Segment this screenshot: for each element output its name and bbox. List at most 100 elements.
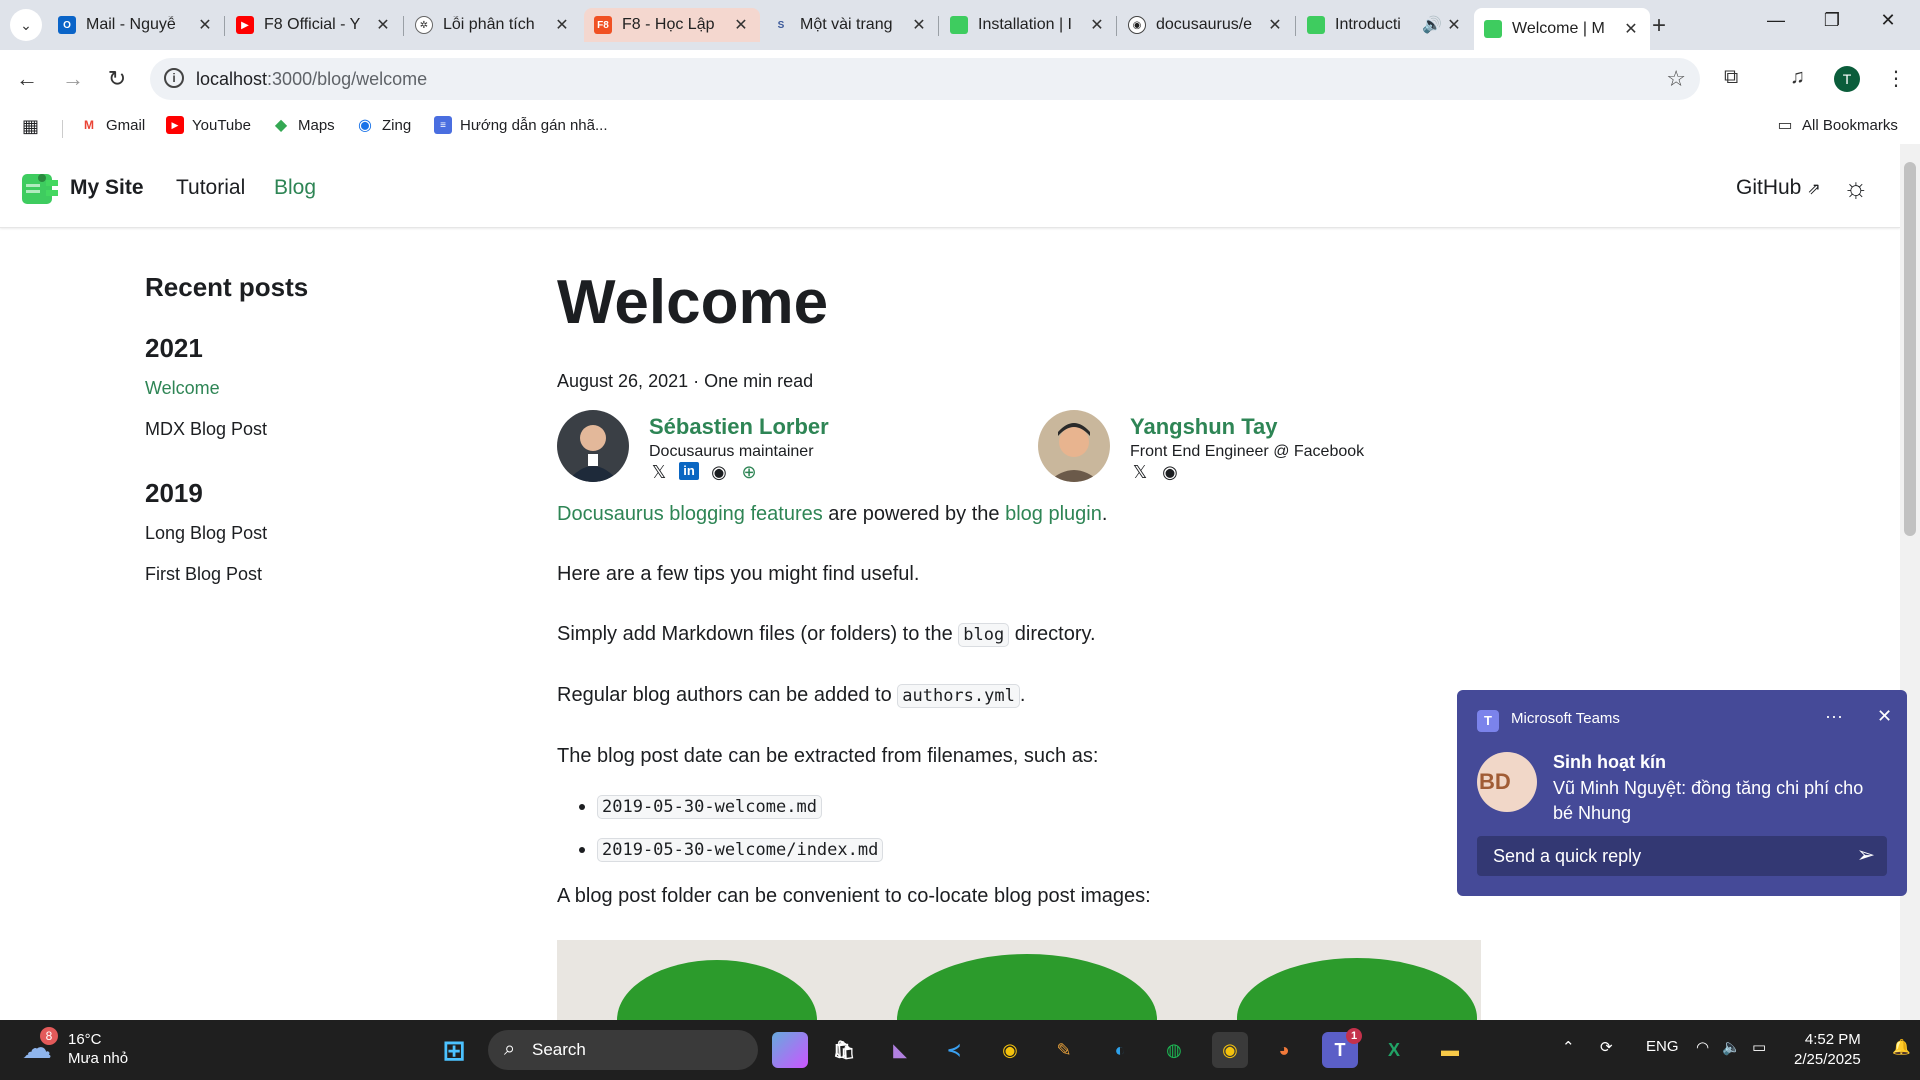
linkedin-icon[interactable]: in [679, 462, 699, 481]
inline-code: blog [958, 623, 1010, 648]
profile-avatar[interactable]: T [1834, 66, 1860, 92]
x-twitter-icon[interactable]: 𝕏 [649, 462, 669, 483]
link-blogging-features[interactable]: Docusaurus blogging features [557, 503, 823, 525]
sidebar-item-welcome[interactable]: Welcome [145, 378, 485, 399]
bookmark-zing[interactable]: ◉ Zing [356, 116, 411, 135]
new-tab-button[interactable]: + [1652, 12, 1666, 40]
sync-icon[interactable]: ⟳ [1600, 1038, 1613, 1056]
nav-blog[interactable]: Blog [274, 176, 316, 200]
speaker-icon[interactable]: 🔊 [1419, 15, 1445, 35]
site-title[interactable]: My Site [70, 176, 144, 200]
wifi-icon[interactable]: ◠ [1696, 1038, 1709, 1056]
battery-icon[interactable]: ▭ [1752, 1038, 1766, 1056]
scrollbar-thumb[interactable] [1904, 162, 1916, 536]
author-name[interactable]: Sébastien Lorber [649, 414, 829, 440]
app-icon[interactable]: ✎ [1046, 1032, 1082, 1068]
teams-notification[interactable]: T Microsoft Teams ··· ✕ BD Sinh hoạt kín… [1457, 690, 1907, 896]
notification-bell-icon[interactable]: 🔔 [1892, 1038, 1911, 1056]
weather-widget[interactable]: ☁ 8 16°C Mưa nhỏ [22, 1027, 128, 1068]
tab-welcome-active[interactable]: Welcome | M ✕ [1474, 8, 1650, 50]
close-icon[interactable]: ✕ [1877, 706, 1892, 727]
author-name[interactable]: Yangshun Tay [1130, 414, 1278, 440]
window-close-button[interactable]: ✕ [1868, 10, 1908, 31]
taskbar-search[interactable]: ⌕ Search [488, 1030, 758, 1070]
spotify-icon[interactable]: ◍ [1156, 1032, 1192, 1068]
extensions-icon[interactable]: ⧉ [1724, 66, 1738, 89]
sidebar-item-mdx-blog-post[interactable]: MDX Blog Post [145, 419, 485, 440]
github-icon[interactable]: ◉ [709, 462, 729, 483]
docusaurus-logo-icon[interactable] [20, 170, 60, 206]
language-indicator[interactable]: ENG [1646, 1038, 1679, 1055]
close-tab-icon[interactable]: ✕ [732, 15, 750, 35]
forward-button[interactable]: → [58, 64, 88, 94]
chrome-profile-icon[interactable]: ◉ [1212, 1032, 1248, 1068]
more-options-icon[interactable]: ··· [1825, 706, 1843, 727]
sidebar-year: 2021 [145, 333, 203, 363]
restore-button[interactable]: ❐ [1812, 10, 1852, 31]
tab-installation[interactable]: Installation | I ✕ [940, 8, 1116, 42]
postman-icon[interactable]: ◕ [1266, 1032, 1302, 1068]
all-bookmarks[interactable]: ▭ All Bookmarks [1776, 116, 1897, 135]
close-tab-icon[interactable]: ✕ [196, 15, 214, 35]
store-icon[interactable]: 🛍 [826, 1032, 862, 1068]
sidebar-item-first-blog-post[interactable]: First Blog Post [145, 564, 485, 585]
edge-icon[interactable]: ◐ [1102, 1032, 1138, 1068]
tab-mail[interactable]: O Mail - Nguyễ ✕ [48, 8, 224, 42]
menu-icon[interactable]: ⋮ [1886, 66, 1906, 91]
tab-loi-phan-tich[interactable]: ✲ Lỗi phân tích ✕ [405, 8, 581, 42]
close-tab-icon[interactable]: ✕ [1622, 19, 1640, 39]
address-bar[interactable]: i localhost:3000/blog/welcome ☆ [150, 58, 1700, 100]
send-icon[interactable]: ➢ [1857, 842, 1875, 868]
tab-introduction[interactable]: Introducti 🔊 ✕ [1297, 8, 1473, 42]
bookmark-star-icon[interactable]: ☆ [1666, 66, 1686, 92]
close-tab-icon[interactable]: ✕ [910, 15, 928, 35]
close-tab-icon[interactable]: ✕ [1088, 15, 1106, 35]
minimize-button[interactable]: — [1756, 10, 1796, 31]
tab-docusaurus-github[interactable]: ◉ docusaurus/e ✕ [1118, 8, 1294, 42]
chatgpt-icon: ✲ [415, 16, 433, 34]
github-icon[interactable]: ◉ [1160, 462, 1180, 483]
windows-start-icon[interactable]: ⊞ [436, 1032, 472, 1068]
close-tab-icon[interactable]: ✕ [1445, 15, 1463, 35]
copilot-icon[interactable] [772, 1032, 808, 1068]
bookmark-gmail[interactable]: M Gmail [80, 116, 145, 134]
media-control-icon[interactable]: ♫ [1790, 66, 1805, 89]
avatar[interactable] [557, 410, 629, 483]
volume-icon[interactable]: 🔈 [1722, 1038, 1741, 1056]
url-text[interactable]: localhost:3000/blog/welcome [196, 69, 427, 90]
chrome-icon[interactable]: ◉ [992, 1032, 1028, 1068]
bookmark-maps[interactable]: ◆ Maps [272, 116, 335, 135]
reload-button[interactable]: ↻ [102, 64, 132, 94]
tab-f8-youtube[interactable]: ▶ F8 Official - Y ✕ [226, 8, 402, 42]
sidebar-item-long-blog-post[interactable]: Long Blog Post [145, 523, 485, 544]
apps-icon[interactable]: ▦ [22, 116, 39, 137]
site-info-icon[interactable]: i [164, 68, 184, 88]
x-twitter-icon[interactable]: 𝕏 [1130, 462, 1150, 483]
taskbar-clock[interactable]: 4:52 PM 2/25/2025 [1794, 1030, 1861, 1070]
back-button[interactable]: ← [12, 64, 42, 94]
s-icon: S [777, 19, 785, 31]
bookmark-huong-dan[interactable]: ≡ Hướng dẫn gán nhã... [434, 116, 607, 134]
file-explorer-icon[interactable]: ▬ [1432, 1032, 1468, 1068]
theme-toggle-sun-icon[interactable]: ☼ [1843, 172, 1869, 204]
bookmark-youtube[interactable]: ▶ YouTube [166, 116, 251, 134]
globe-icon[interactable]: ⊕ [739, 462, 759, 483]
f8-icon: F8 [594, 16, 612, 34]
excel-icon[interactable]: X [1376, 1032, 1412, 1068]
close-tab-icon[interactable]: ✕ [1266, 15, 1284, 35]
nav-tutorial[interactable]: Tutorial [176, 176, 245, 200]
visual-studio-icon[interactable]: ◣ [882, 1032, 918, 1068]
outlook-icon: O [58, 16, 76, 34]
close-tab-icon[interactable]: ✕ [553, 15, 571, 35]
teams-taskbar-icon[interactable]: T1 [1322, 1028, 1362, 1068]
vscode-icon[interactable]: ≺ [936, 1032, 972, 1068]
tab-search-button[interactable]: ⌄ [10, 9, 42, 41]
link-blog-plugin[interactable]: blog plugin [1005, 503, 1102, 525]
github-link[interactable]: GitHub ⇗ [1736, 176, 1821, 200]
close-tab-icon[interactable]: ✕ [374, 15, 392, 35]
quick-reply-input[interactable]: Send a quick reply ➢ [1477, 836, 1887, 876]
tab-f8-hoc-lap[interactable]: F8 F8 - Học Lập ✕ [584, 8, 760, 42]
chevron-up-icon[interactable]: ⌃ [1562, 1038, 1575, 1056]
tab-mot-vai-trang[interactable]: S Một vài trang ✕ [762, 8, 938, 42]
avatar[interactable] [1038, 410, 1110, 483]
